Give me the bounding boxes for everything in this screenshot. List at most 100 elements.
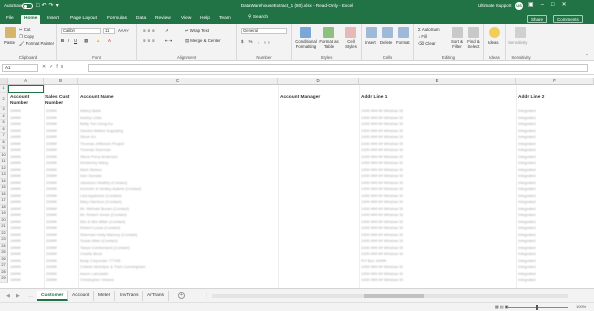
cell-sales-cust-number[interactable]: 20### [46,225,57,230]
cell-addr-line-2[interactable]: Integrated [518,121,536,126]
insert-button[interactable]: Insert [365,40,376,45]
cell-addr-line-1[interactable]: PO Box 1#### [361,258,386,263]
cell-account-number[interactable]: 1#### [10,271,21,276]
cell-addr-line-1[interactable]: 1400 ### ## Winslow St [361,160,403,165]
tab-page-layout[interactable]: Page Layout [67,15,100,24]
cell-addr-line-1[interactable]: 1400 ### ## Winslow St [361,167,403,172]
horizontal-scroll-thumb[interactable] [364,294,424,298]
find-select-button[interactable]: Find & Select [465,39,482,49]
cell-account-name[interactable]: Steve Perry Anderson [80,154,118,159]
tab-help[interactable]: Help [197,15,213,24]
cell-account-number[interactable]: 1#### [10,180,21,185]
sensitivity-icon[interactable] [515,27,526,38]
font-color-icon[interactable]: A [108,38,111,43]
cell-sales-cust-number[interactable]: 20### [46,206,57,211]
vertical-align-icons[interactable]: ≡≡≡ [143,28,157,33]
delete-button[interactable]: Delete [380,40,392,45]
cell-addr-line-2[interactable]: Integrated [518,160,536,165]
cell-account-number[interactable]: 1#### [10,167,21,172]
row-header[interactable]: 2 [0,93,8,107]
maximize-icon[interactable]: □ [551,2,562,8]
cell-addr-line-2[interactable]: Integrated [518,219,536,224]
cell-addr-line-1[interactable]: 1400 ### ## Winslow St [361,134,403,139]
ideas-button[interactable]: Ideas [488,40,499,45]
cell-account-number[interactable]: 1#### [10,225,21,230]
sheet-tab-artrans[interactable]: ArTrans [143,291,169,301]
cell-sales-cust-number[interactable]: 20### [46,180,57,185]
cell-sales-cust-number[interactable]: 20### [46,232,57,237]
cell-addr-line-1[interactable]: 1400 ### ## Winslow St [361,251,403,256]
formula-input[interactable] [88,64,588,72]
view-buttons[interactable]: ▦ ▤ ▣ [495,304,509,309]
tab-formulas[interactable]: Formulas [104,15,130,24]
cell-account-name[interactable]: Tanya Cumberland (Contact) [80,245,130,250]
cell-addr-line-2[interactable]: Integrated [518,186,536,191]
cell-addr-line-1[interactable]: 1400 ### ## Winslow St [361,238,403,243]
cell-account-number[interactable]: 1#### [10,199,21,204]
delete-cells-icon[interactable] [382,27,393,38]
cell-addr-line-1[interactable]: 1400 ### ## Winslow St [361,193,403,198]
cell-account-name[interactable]: Charlie Buck [80,251,102,256]
cell-account-name[interactable]: Mr. Robert Jones (Contact) [80,212,127,217]
number-format-icons[interactable]: $ % , ₀₀ [241,39,272,44]
cell-account-number[interactable]: 1#### [10,121,21,126]
cell-addr-line-2[interactable]: Integrated [518,245,536,250]
select-all-corner[interactable] [0,78,8,85]
cell-sales-cust-number[interactable]: 20### [46,277,57,282]
cell-sales-cust-number[interactable]: 20### [46,186,57,191]
cell-sales-cust-number[interactable]: 20### [46,173,57,178]
cell-account-name[interactable]: Mary Harrison (Contact) [80,199,122,204]
cell-account-name[interactable]: Sandra Mattos Supplying [80,128,123,133]
zoom-slider[interactable] [508,307,568,308]
header-account-name[interactable]: Account Name [80,95,114,101]
cell-addr-line-2[interactable]: Integrated [518,212,536,217]
cell-addr-line-2[interactable]: Integrated [518,193,536,198]
cell-sales-cust-number[interactable]: 20### [46,251,57,256]
cell-addr-line-2[interactable]: Integrated [518,199,536,204]
cell-account-name[interactable]: Body Corporate 7770/E [80,258,121,263]
format-as-table-icon[interactable] [323,27,334,38]
sheet-tab-account[interactable]: Account [68,291,95,301]
cell-account-name[interactable]: Ackley Links [80,115,102,120]
cell-addr-line-2[interactable]: Integrated [518,141,536,146]
cell-account-number[interactable]: 1#### [10,115,21,120]
cell-sales-cust-number[interactable]: 20### [46,108,57,113]
cell-account-number[interactable]: 1#### [10,245,21,250]
zoom-percent[interactable]: 100% [576,304,586,309]
cell-sales-cust-number[interactable]: 20### [46,193,57,198]
cell-account-number[interactable]: 1#### [10,173,21,178]
cell-addr-line-1[interactable]: 1400 ### ## Winslow St [361,108,403,113]
next-sheet-icon[interactable]: ▶ [16,293,20,299]
cell-account-name[interactable]: Steve Ko [80,134,96,139]
cell-account-name[interactable]: Abbey Bank [80,108,101,113]
cell-account-name[interactable]: Robert Lucas (Contact) [80,225,120,230]
cell-sales-cust-number[interactable]: 20### [46,167,57,172]
cell-addr-line-1[interactable]: 1400 ### ## Winslow St [361,277,403,282]
cell-addr-line-1[interactable]: 1400 ### ## Winslow St [361,121,403,126]
column-header-a[interactable]: A [8,78,44,85]
cell-sales-cust-number[interactable]: 20### [46,271,57,276]
cell-addr-line-1[interactable]: 1400 ### ## Winslow St [361,173,403,178]
cell-account-number[interactable]: 1#### [10,193,21,198]
column-header-c[interactable]: C [78,78,278,85]
comments-button[interactable]: Comments [553,15,583,23]
cell-styles-button[interactable]: Cell Styles [342,39,360,49]
font-size-select[interactable]: 11 [103,28,115,34]
cell-sales-cust-number[interactable]: 20### [46,134,57,139]
share-button[interactable]: Share [527,15,548,23]
column-header-f[interactable]: F [516,78,594,85]
cell-account-name[interactable]: Aaron Lancaster [80,271,109,276]
zoom-slider-handle[interactable] [536,305,538,310]
cell-addr-line-1[interactable]: 1400 ### ## Winslow St [361,154,403,159]
cell-addr-line-2[interactable]: Integrated [518,225,536,230]
cell-addr-line-2[interactable]: Integrated [518,173,536,178]
conditional-formatting-icon[interactable] [300,27,311,38]
cell-addr-line-1[interactable]: 1400 ### ## Winslow St [361,264,403,269]
column-header-d[interactable]: D [278,78,359,85]
bold-icon[interactable]: B [61,38,64,43]
sheet-tab-invtrans[interactable]: InvTrans [116,291,144,301]
prev-sheet-icon[interactable]: ◀ [6,293,10,299]
cell-account-name[interactable]: Betty Yun Hong Ko [80,121,113,126]
sensitivity-button[interactable]: Sensitivity [508,40,527,45]
worksheet-grid[interactable]: A B C D E F 1 2 Account Number Sales Cus… [0,78,594,288]
